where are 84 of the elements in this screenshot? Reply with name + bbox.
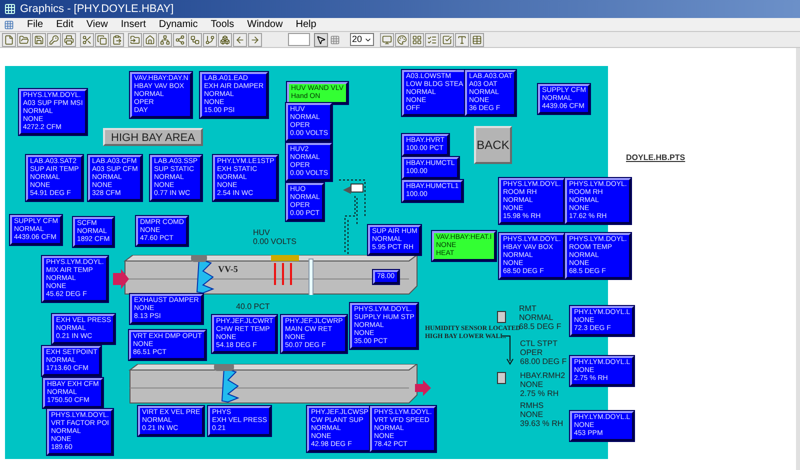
arrow-left-icon	[235, 34, 245, 44]
reading-text: 2.75 % RH	[520, 389, 560, 398]
reading-text: RMT	[519, 304, 538, 313]
toolbar-button[interactable]	[95, 32, 109, 46]
open-folder-icon	[19, 34, 29, 44]
menu-item[interactable]: View	[86, 18, 108, 30]
toolbar-button[interactable]	[47, 32, 61, 46]
copy-icon	[97, 34, 107, 44]
toolbar-button[interactable]	[470, 32, 484, 46]
new-file-icon	[4, 34, 14, 44]
reading-text: 0.00 VOLTS	[253, 237, 296, 246]
table-icon	[472, 34, 482, 44]
menu-item[interactable]: Help	[296, 18, 316, 30]
save-icon	[34, 34, 44, 44]
menu-item[interactable]: Edit	[56, 18, 74, 30]
toolbar-button[interactable]	[2, 32, 16, 46]
print-icon	[64, 34, 74, 44]
app-icon	[4, 3, 16, 15]
toolbar-button[interactable]	[158, 32, 172, 46]
key-icon	[49, 34, 59, 44]
toolbar-button[interactable]	[395, 32, 409, 46]
back-button[interactable]: BACK	[474, 126, 512, 164]
nodes-icon	[175, 34, 185, 44]
toolbar-button[interactable]	[218, 32, 232, 46]
window-title: Graphics - [PHY.DOYLE.HBAY]	[20, 2, 174, 17]
app-icon	[4, 20, 14, 30]
pointer-button[interactable]	[314, 32, 328, 46]
unit-label: VV-5	[218, 263, 238, 276]
toolbar-button[interactable]	[173, 32, 187, 46]
pointer-icon	[316, 34, 326, 44]
toolbar-button[interactable]	[32, 32, 46, 46]
branch-icon	[205, 34, 215, 44]
list-icon	[427, 34, 437, 44]
checkbox-icon	[442, 34, 452, 44]
reading-text: NORMAL	[519, 313, 554, 322]
reading-text: 39.63 % RH	[520, 419, 564, 428]
toolbar-button[interactable]	[248, 32, 262, 46]
toolbar-button[interactable]	[188, 32, 202, 46]
reading-text: HUV	[253, 228, 271, 237]
reading-text: RMHS	[520, 401, 545, 410]
toolbar-button[interactable]	[110, 32, 124, 46]
toolbar-button[interactable]	[380, 32, 394, 46]
toolbar-button[interactable]	[425, 32, 439, 46]
toolbar-button[interactable]	[62, 32, 76, 46]
humidity-sensor-icon	[497, 311, 506, 323]
toolbar-button[interactable]	[410, 32, 424, 46]
toolbar-button[interactable]	[80, 32, 94, 46]
reading-text: 40.0 PCT	[236, 302, 270, 311]
home-icon	[145, 34, 155, 44]
cut-icon	[82, 34, 92, 44]
toolbar-button[interactable]	[203, 32, 217, 46]
font-size-select[interactable]: 20	[350, 33, 374, 46]
menu-item[interactable]: Insert	[120, 18, 146, 30]
menu-item[interactable]: Tools	[210, 18, 234, 30]
toolbar-button[interactable]	[455, 32, 469, 46]
paste-icon	[112, 34, 122, 44]
network-icon	[160, 34, 170, 44]
reading-text: 68.5 DEG F	[519, 322, 562, 331]
boxes-icon	[220, 34, 230, 44]
monitor-icon	[382, 34, 392, 44]
reading-text: OPER	[520, 348, 544, 357]
reading-text: CTL STPT	[520, 339, 558, 348]
humidity-sensor-icon	[497, 372, 506, 384]
menu-item[interactable]: Window	[247, 18, 283, 30]
grid-icon	[412, 34, 422, 44]
arrow-right-icon	[250, 34, 260, 44]
folder-icon	[130, 34, 140, 44]
text-icon	[457, 34, 467, 44]
toolbar-button[interactable]	[233, 32, 247, 46]
reading-text: HBAY.RMH2	[520, 371, 566, 380]
toolbar-button[interactable]	[440, 32, 454, 46]
palette-icon	[397, 34, 407, 44]
reading-text: 68.00 DEG F	[520, 357, 567, 366]
reading-text: NONE	[520, 410, 544, 419]
toolbar-button[interactable]	[128, 32, 142, 46]
reading-text: NONE	[520, 380, 544, 389]
area-button[interactable]: HIGH BAY AREA	[103, 128, 203, 146]
toolbar-button[interactable]	[143, 32, 157, 46]
flow-icon	[190, 34, 200, 44]
menu-item[interactable]: File	[27, 18, 44, 30]
toolbar-button[interactable]	[17, 32, 31, 46]
points-link[interactable]: DOYLE.HB.PTS	[626, 152, 686, 164]
menu-item[interactable]: Dynamic	[158, 18, 198, 30]
grid-icon	[330, 34, 340, 44]
